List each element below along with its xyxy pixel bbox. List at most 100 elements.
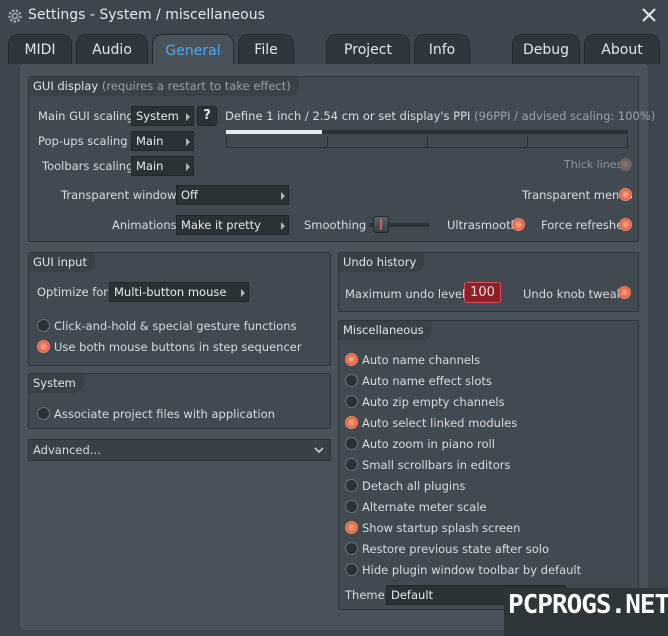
tab-general[interactable]: General bbox=[152, 34, 234, 66]
gui-display-note: (requires a restart to take effect) bbox=[101, 79, 291, 93]
window-title: Settings - System / miscellaneous bbox=[28, 7, 265, 23]
smoothing-slider-handle[interactable] bbox=[373, 216, 389, 233]
optimize-label: Optimize for bbox=[37, 285, 109, 299]
tab-debug[interactable]: Debug bbox=[512, 34, 580, 64]
toolbars-scaling-value: Main bbox=[136, 159, 164, 173]
misc-option-label: Auto name effect slots bbox=[362, 374, 492, 388]
misc-option-radio[interactable] bbox=[345, 479, 358, 492]
misc-option-radio[interactable] bbox=[345, 437, 358, 450]
force-refreshes-radio[interactable] bbox=[619, 218, 632, 231]
both-buttons-radio[interactable] bbox=[37, 340, 50, 353]
thick-lines-label: Thick lines bbox=[564, 158, 623, 171]
help-button[interactable]: ? bbox=[197, 106, 217, 126]
gui-input-section: GUI input Optimize for Multi-button mous… bbox=[28, 252, 331, 366]
misc-option-label: Alternate meter scale bbox=[362, 500, 487, 514]
transparent-menus-radio[interactable] bbox=[619, 188, 632, 201]
undo-header: Undo history bbox=[339, 253, 425, 272]
misc-option-radio[interactable] bbox=[345, 521, 358, 534]
misc-option-label: Detach all plugins bbox=[362, 479, 466, 493]
misc-option-radio[interactable] bbox=[345, 500, 358, 513]
ppi-label: Define 1 inch / 2.54 cm or set display's… bbox=[225, 109, 471, 123]
ultrasmooth-radio[interactable] bbox=[512, 218, 525, 231]
system-header: System bbox=[29, 374, 84, 393]
tab-project[interactable]: Project bbox=[326, 34, 410, 64]
ppi-note: (96PPI / advised scaling: 100%) bbox=[474, 109, 656, 123]
tab-midi[interactable]: MIDI bbox=[8, 34, 72, 64]
transparent-windows-label: Transparent windows bbox=[61, 188, 183, 202]
smoothing-label: Smoothing bbox=[304, 218, 367, 232]
force-refreshes-label: Force refreshes bbox=[541, 218, 630, 232]
misc-option-radio[interactable] bbox=[345, 563, 358, 576]
watermark: PCPROGS.NET bbox=[504, 588, 668, 636]
misc-option-radio[interactable] bbox=[345, 542, 358, 555]
ppi-slider[interactable] bbox=[226, 130, 628, 134]
close-icon[interactable] bbox=[640, 6, 658, 24]
toolbars-scaling-label: Toolbars scaling bbox=[42, 159, 134, 173]
misc-option-radio[interactable] bbox=[345, 353, 358, 366]
associate-label: Associate project files with application bbox=[54, 407, 275, 421]
chevron-right-icon bbox=[281, 192, 285, 200]
advanced-label: Advanced... bbox=[33, 443, 101, 457]
toolbars-scaling-dropdown[interactable]: Main bbox=[131, 156, 194, 176]
gui-display-title: GUI display bbox=[33, 79, 99, 93]
transparent-windows-dropdown[interactable]: Off bbox=[176, 185, 289, 205]
chevron-right-icon bbox=[186, 163, 190, 171]
popups-scaling-dropdown[interactable]: Main bbox=[131, 131, 194, 151]
transparent-windows-value: Off bbox=[181, 188, 198, 202]
max-undo-label: Maximum undo levels bbox=[345, 287, 472, 301]
associate-radio[interactable] bbox=[37, 407, 50, 420]
max-undo-value[interactable]: 100 bbox=[464, 282, 501, 303]
tab-about[interactable]: About bbox=[584, 34, 660, 64]
misc-option-label: Small scrollbars in editors bbox=[362, 458, 511, 472]
tab-file[interactable]: File bbox=[238, 34, 294, 64]
click-hold-radio[interactable] bbox=[37, 319, 50, 332]
system-section: System Associate project files with appl… bbox=[28, 373, 331, 429]
chevron-right-icon bbox=[186, 138, 190, 146]
click-hold-label: Click-and-hold & special gesture functio… bbox=[54, 319, 297, 333]
main-scaling-dropdown[interactable]: System bbox=[131, 106, 194, 126]
ppi-slider-fill bbox=[226, 130, 323, 134]
undo-knob-radio[interactable] bbox=[618, 286, 631, 299]
misc-option-label: Auto select linked modules bbox=[362, 416, 518, 430]
theme-value: Default bbox=[391, 588, 434, 602]
misc-option-label: Auto name channels bbox=[362, 353, 481, 367]
undo-knob-label: Undo knob tweaks bbox=[523, 287, 630, 301]
misc-option-label: Hide plugin window toolbar by default bbox=[362, 563, 582, 577]
popups-scaling-label: Pop-ups scaling bbox=[38, 134, 128, 148]
animations-dropdown[interactable]: Make it pretty bbox=[176, 215, 289, 235]
theme-label: Theme bbox=[345, 588, 385, 602]
transparent-menus-label: Transparent menus bbox=[522, 188, 633, 202]
chevron-right-icon bbox=[241, 289, 245, 297]
gear-icon bbox=[8, 9, 22, 23]
popups-scaling-value: Main bbox=[136, 134, 164, 148]
misc-option-label: Show startup splash screen bbox=[362, 521, 521, 535]
undo-section: Undo history Maximum undo levels 100 Und… bbox=[338, 252, 639, 312]
misc-option-radio[interactable] bbox=[345, 374, 358, 387]
optimize-dropdown[interactable]: Multi-button mouse bbox=[109, 282, 249, 302]
animations-label: Animations bbox=[112, 218, 177, 232]
misc-option-radio[interactable] bbox=[345, 416, 358, 429]
main-scaling-label: Main GUI scaling bbox=[38, 109, 134, 123]
chevron-right-icon bbox=[186, 113, 190, 121]
ppi-text: Define 1 inch / 2.54 cm or set display's… bbox=[225, 109, 655, 123]
misc-option-label: Auto zip empty channels bbox=[362, 395, 505, 409]
gui-display-section: GUI display (requires a restart to take … bbox=[28, 76, 655, 242]
tab-info[interactable]: Info bbox=[414, 34, 470, 64]
chevron-down-icon bbox=[314, 447, 324, 454]
ultrasmooth-label: Ultrasmooth bbox=[447, 218, 518, 232]
both-buttons-label: Use both mouse buttons in step sequencer bbox=[54, 340, 302, 354]
misc-option-radio[interactable] bbox=[345, 458, 358, 471]
misc-option-radio[interactable] bbox=[345, 395, 358, 408]
gui-display-header: GUI display (requires a restart to take … bbox=[29, 77, 299, 96]
misc-option-label: Restore previous state after solo bbox=[362, 542, 550, 556]
advanced-dropdown[interactable]: Advanced... bbox=[28, 439, 331, 461]
animations-value: Make it pretty bbox=[181, 218, 261, 232]
optimize-value: Multi-button mouse bbox=[114, 285, 227, 299]
thick-lines-radio[interactable] bbox=[619, 158, 632, 171]
ppi-ruler bbox=[226, 136, 628, 148]
title-bar: Settings - System / miscellaneous bbox=[0, 0, 668, 32]
main-scaling-value: System bbox=[136, 109, 179, 123]
misc-option-label: Auto zoom in piano roll bbox=[362, 437, 495, 451]
tab-audio[interactable]: Audio bbox=[76, 34, 148, 64]
misc-section: Miscellaneous Auto name channels Auto nam… bbox=[338, 320, 639, 610]
